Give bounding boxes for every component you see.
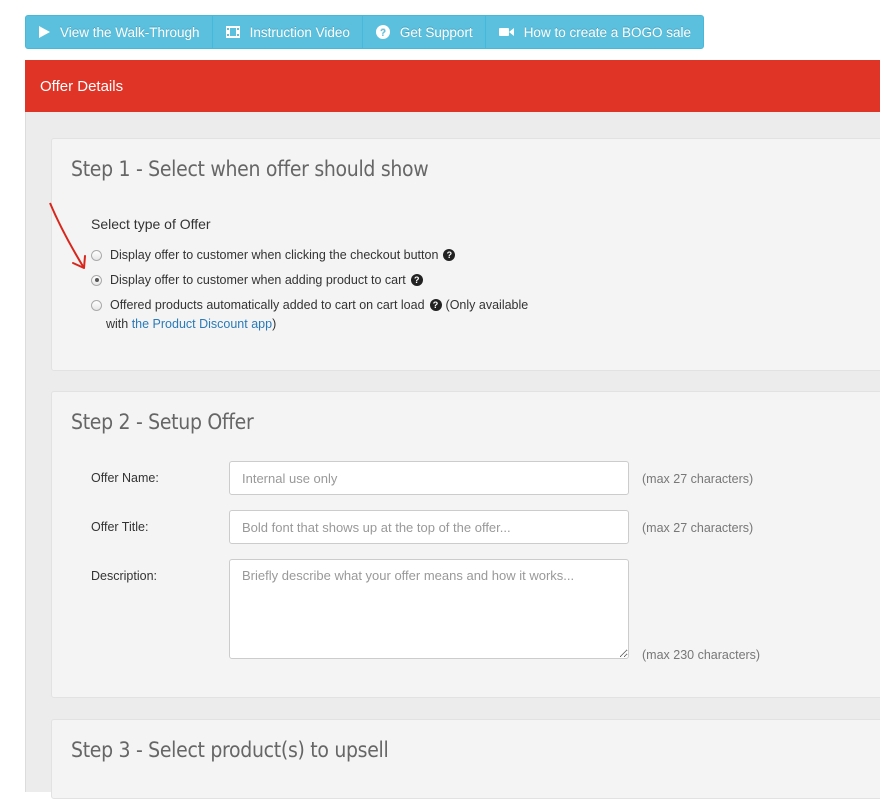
offer-details-title: Offer Details bbox=[40, 77, 124, 95]
availability-note: (Only available bbox=[445, 298, 529, 312]
offer-option-add-to-cart-label: Display offer to customer when adding pr… bbox=[110, 273, 406, 287]
offer-name-hint: (max 27 characters) bbox=[642, 472, 754, 486]
help-icon[interactable]: ? bbox=[410, 274, 423, 286]
step-3-section: Step 3 - Select product(s) to upsell bbox=[51, 719, 880, 799]
play-icon bbox=[39, 26, 50, 38]
get-support-label: Get Support bbox=[399, 24, 473, 40]
availability-note-line: with the Product Discount app) bbox=[106, 317, 276, 331]
offer-option-checkout-label: Display offer to customer when clicking … bbox=[110, 248, 439, 262]
step-1-section: Step 1 - Select when offer should show S… bbox=[51, 138, 880, 371]
radio-add-to-cart[interactable] bbox=[91, 274, 102, 286]
help-icon[interactable]: ? bbox=[429, 299, 442, 311]
offer-name-input[interactable] bbox=[229, 461, 629, 495]
instruction-video-button[interactable]: Instruction Video bbox=[213, 16, 363, 48]
step-2-section: Step 2 - Setup Offer Offer Name: (max 27… bbox=[51, 391, 880, 698]
bogo-guide-label: How to create a BOGO sale bbox=[523, 24, 692, 40]
offer-option-cart-load-label: Offered products automatically added to … bbox=[110, 298, 425, 312]
product-discount-app-link[interactable]: the Product Discount app bbox=[132, 317, 272, 331]
get-support-button[interactable]: ? Get Support bbox=[363, 16, 486, 48]
offer-details-header: Offer Details bbox=[25, 60, 880, 112]
bogo-guide-button[interactable]: How to create a BOGO sale bbox=[486, 16, 703, 48]
film-icon bbox=[225, 26, 240, 38]
question-circle-icon: ? bbox=[375, 25, 390, 39]
step-2-title: Step 2 - Setup Offer bbox=[71, 410, 254, 434]
step-1-title: Step 1 - Select when offer should show bbox=[71, 157, 429, 181]
step-3-title: Step 3 - Select product(s) to upsell bbox=[71, 738, 389, 762]
availability-with-text: with bbox=[106, 317, 132, 331]
offer-title-input[interactable] bbox=[229, 510, 629, 544]
offer-option-cart-load[interactable]: Offered products automatically added to … bbox=[91, 298, 528, 312]
radio-cart-load[interactable] bbox=[91, 299, 102, 311]
annotation-arrow-icon bbox=[49, 202, 86, 269]
help-icon[interactable]: ? bbox=[443, 249, 456, 261]
availability-close-paren: ) bbox=[272, 317, 277, 331]
walkthrough-button[interactable]: View the Walk-Through bbox=[26, 16, 213, 48]
walkthrough-label: View the Walk-Through bbox=[60, 24, 200, 40]
video-camera-icon bbox=[498, 28, 514, 36]
offer-option-checkout[interactable]: Display offer to customer when clicking … bbox=[91, 248, 456, 262]
instruction-video-label: Instruction Video bbox=[249, 24, 350, 40]
offer-title-label: Offer Title: bbox=[91, 520, 149, 534]
help-toolbar: View the Walk-Through Instruction Video … bbox=[25, 15, 705, 49]
offer-title-hint: (max 27 characters) bbox=[642, 521, 754, 535]
svg-text:?: ? bbox=[380, 28, 386, 39]
description-textarea[interactable] bbox=[229, 559, 629, 659]
offer-type-label: Select type of Offer bbox=[91, 216, 211, 232]
offer-name-label: Offer Name: bbox=[91, 471, 159, 485]
description-label: Description: bbox=[91, 569, 157, 583]
offer-option-add-to-cart[interactable]: Display offer to customer when adding pr… bbox=[91, 273, 423, 287]
description-hint: (max 230 characters) bbox=[642, 648, 761, 662]
